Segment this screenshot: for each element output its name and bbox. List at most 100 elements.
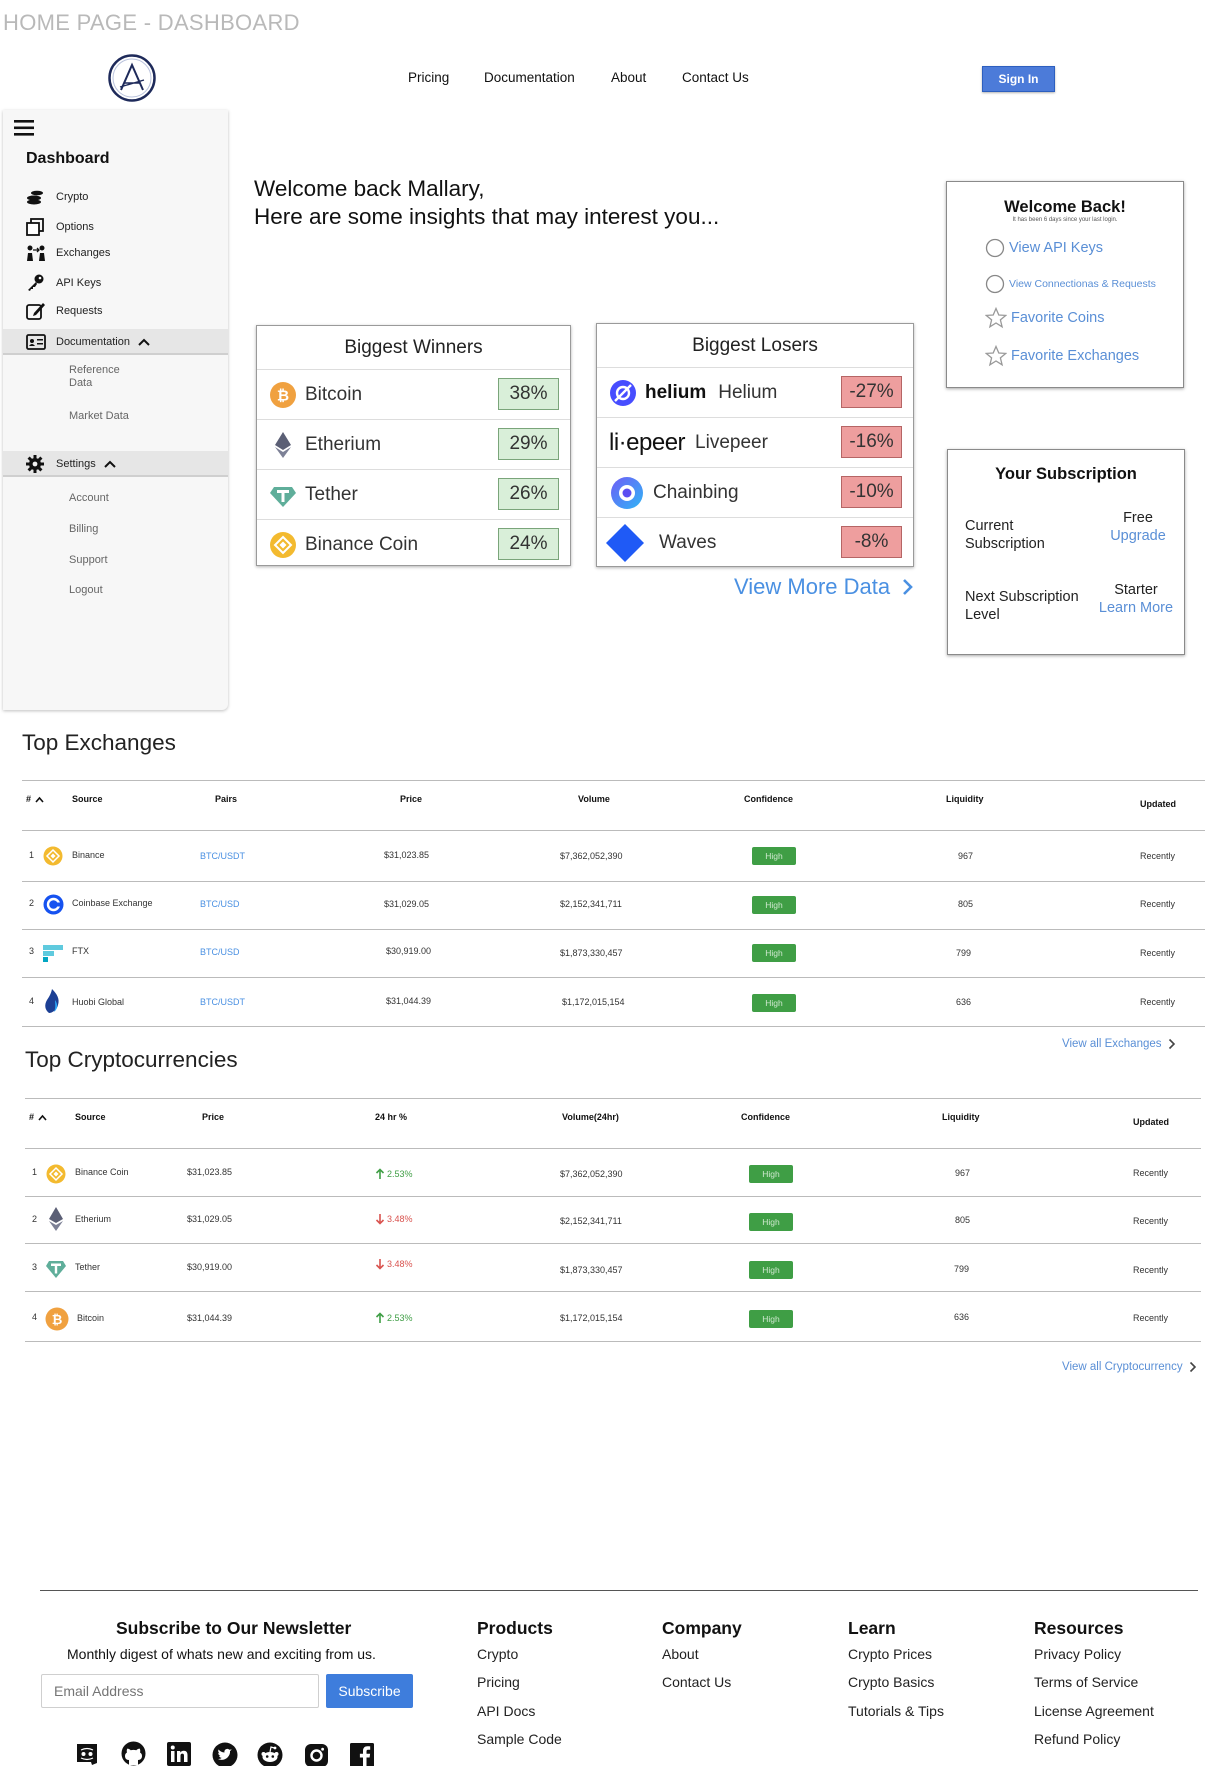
view-all-crypto-link[interactable]: View all Cryptocurrency [1062, 1361, 1197, 1373]
pair-link[interactable]: BTC/USD [200, 899, 240, 909]
footer-link[interactable]: Tutorials & Tips [848, 1703, 944, 1719]
coinbase-icon [43, 894, 64, 915]
source-name[interactable]: Huobi Global [72, 997, 124, 1007]
sidebar-sub-market-data[interactable]: Market Data [69, 410, 129, 423]
view-all-exchanges-link[interactable]: View all Exchanges [1062, 1038, 1176, 1050]
learn-more-link[interactable]: Learn More [1096, 600, 1176, 616]
col-volume[interactable]: Volume [578, 794, 610, 804]
winner-row[interactable]: Binance Coin 24% [257, 519, 570, 569]
col-price[interactable]: Price [202, 1112, 224, 1122]
winner-row[interactable]: ₿ Bitcoin 38% [257, 369, 570, 419]
sign-in-button[interactable]: Sign In [982, 66, 1055, 92]
sidebar-item-requests[interactable]: Requests [26, 302, 102, 320]
sidebar-item-documentation[interactable]: Documentation [26, 333, 150, 351]
sidebar-sub-logout[interactable]: Logout [69, 584, 103, 597]
col-24hr[interactable]: 24 hr % [375, 1112, 407, 1122]
col-pairs[interactable]: Pairs [215, 794, 237, 804]
footer-link[interactable]: About [662, 1646, 699, 1662]
col-confidence[interactable]: Confidence [744, 794, 793, 804]
footer-link[interactable]: Contact Us [662, 1674, 731, 1690]
col-rank[interactable]: # [26, 794, 44, 804]
view-more-data-link[interactable]: View More Data [734, 574, 914, 600]
footer-link[interactable]: Crypto [477, 1646, 518, 1662]
sidebar-sub-data[interactable]: Data [69, 377, 92, 390]
footer-link[interactable]: API Docs [477, 1703, 535, 1719]
discord-icon[interactable] [74, 1743, 100, 1766]
footer-link[interactable]: Sample Code [477, 1731, 562, 1747]
subscribe-button[interactable]: Subscribe [326, 1674, 413, 1708]
view-api-keys-link[interactable]: View API Keys [985, 238, 1103, 258]
email-input[interactable] [41, 1674, 319, 1708]
winner-row[interactable]: Tether 26% [257, 469, 570, 519]
nav-about[interactable]: About [611, 70, 646, 85]
footer-link[interactable]: Crypto Prices [848, 1646, 932, 1662]
change-24hr: 2.53% [375, 1168, 413, 1180]
col-updated[interactable]: Updated [1140, 799, 1176, 809]
sidebar-item-crypto[interactable]: Crypto [26, 188, 88, 206]
chevron-up-icon[interactable] [138, 337, 150, 347]
coins-icon [27, 190, 43, 205]
col-price[interactable]: Price [400, 794, 422, 804]
id-card-icon [26, 334, 46, 350]
instagram-icon[interactable] [305, 1744, 328, 1766]
footer-link[interactable]: Privacy Policy [1034, 1646, 1121, 1662]
nav-contact[interactable]: Contact Us [682, 70, 749, 85]
linkedin-icon[interactable] [167, 1742, 191, 1766]
col-updated[interactable]: Updated [1133, 1117, 1169, 1127]
loser-row[interactable]: Chainbing -10% [597, 467, 913, 517]
sidebar-sub-reference[interactable]: Reference [69, 364, 120, 377]
col-liquidity[interactable]: Liquidity [942, 1112, 980, 1122]
menu-icon[interactable] [14, 118, 34, 138]
sidebar-item-api-keys[interactable]: API Keys [26, 274, 101, 292]
sidebar-sub-support[interactable]: Support [69, 554, 108, 567]
footer-link[interactable]: Pricing [477, 1674, 520, 1690]
source-name[interactable]: Binance Coin [75, 1167, 129, 1177]
loser-row[interactable]: helium Helium -27% [597, 367, 913, 417]
favorite-exchanges-link[interactable]: Favorite Exchanges [985, 345, 1139, 367]
col-source[interactable]: Source [75, 1112, 106, 1122]
nav-pricing[interactable]: Pricing [408, 70, 449, 85]
col-liquidity[interactable]: Liquidity [946, 794, 984, 804]
github-icon[interactable] [120, 1741, 147, 1766]
upgrade-link[interactable]: Upgrade [1108, 528, 1168, 544]
col-confidence[interactable]: Confidence [741, 1112, 790, 1122]
sidebar-sub-billing[interactable]: Billing [69, 523, 98, 536]
loser-row[interactable]: Waves -8% [597, 517, 913, 567]
sidebar-item-exchanges[interactable]: Exchanges [26, 244, 110, 262]
col-source[interactable]: Source [72, 794, 103, 804]
view-connections-link[interactable]: View Connectionas & Requests [985, 274, 1156, 294]
source-name[interactable]: Etherium [75, 1214, 111, 1224]
footer-divider [40, 1590, 1198, 1591]
divider [22, 780, 1205, 781]
pair-link[interactable]: BTC/USD [200, 947, 240, 957]
source-name[interactable]: Bitcoin [77, 1313, 104, 1323]
sidebar-sub-account[interactable]: Account [69, 492, 109, 505]
source-name[interactable]: Coinbase Exchange [72, 898, 153, 908]
loser-row[interactable]: li·epeer Livepeer -16% [597, 417, 913, 467]
pair-link[interactable]: BTC/USDT [200, 851, 245, 861]
favorite-coins-link[interactable]: Favorite Coins [985, 307, 1104, 329]
twitter-icon[interactable] [212, 1742, 238, 1766]
sidebar-item-settings[interactable]: Settings [26, 455, 116, 473]
star-icon [985, 345, 1007, 367]
current-subscription-label: Current Subscription [965, 518, 1045, 552]
pair-link[interactable]: BTC/USDT [200, 997, 245, 1007]
source-name[interactable]: FTX [72, 946, 89, 956]
binance-coin-icon [270, 531, 296, 558]
winner-row[interactable]: Etherium 29% [257, 419, 570, 469]
footer-link[interactable]: Crypto Basics [848, 1674, 934, 1690]
footer-link[interactable]: Terms of Service [1034, 1674, 1138, 1690]
footer-link[interactable]: License Agreement [1034, 1703, 1154, 1719]
source-name[interactable]: Tether [75, 1262, 100, 1272]
chevron-up-icon[interactable] [104, 459, 116, 469]
nav-documentation[interactable]: Documentation [484, 70, 575, 85]
reddit-icon[interactable] [257, 1742, 283, 1766]
sidebar-item-options[interactable]: Options [26, 218, 94, 236]
footer-link[interactable]: Refund Policy [1034, 1731, 1120, 1747]
col-volume[interactable]: Volume(24hr) [562, 1112, 619, 1122]
subscription-card: Your Subscription Current Subscription F… [947, 449, 1185, 655]
facebook-icon[interactable] [350, 1743, 374, 1766]
col-rank[interactable]: # [29, 1112, 47, 1122]
source-name[interactable]: Binance [72, 850, 105, 860]
logo-icon[interactable] [108, 54, 156, 102]
